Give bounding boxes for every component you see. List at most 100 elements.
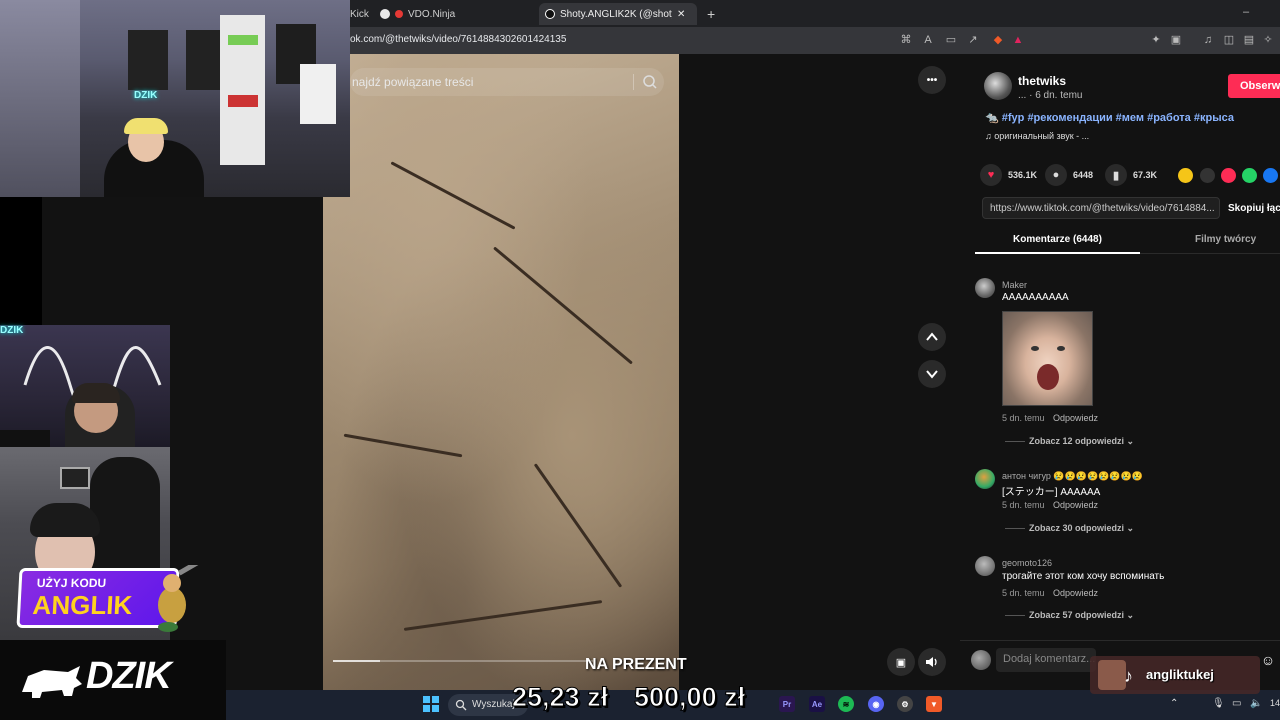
extensions-icon[interactable]: ✦	[1150, 34, 1162, 46]
reply-button[interactable]: Odpowiedz	[1053, 588, 1098, 598]
minimize-icon[interactable]: –	[1240, 6, 1252, 18]
hashtags-text[interactable]: #fyp #рекомендации #мем #работа #крыса	[1002, 112, 1234, 124]
brave-rewards-icon[interactable]: ▲	[1012, 34, 1024, 46]
tab-comments[interactable]: Komentarze (6448)	[1013, 234, 1102, 245]
comment-username[interactable]: geomoto126	[1002, 558, 1052, 568]
view-replies-button[interactable]: Zobacz 30 odpowiedzi ⌄	[1005, 523, 1134, 534]
share-icon[interactable]: ↗	[967, 34, 979, 46]
view-replies-button[interactable]: Zobacz 12 odpowiedzi ⌄	[1005, 436, 1134, 447]
tab-tiktok[interactable]: Shoty.ANGLIK2K (@shoty.ang ✕	[539, 3, 697, 25]
badge-photo	[1098, 660, 1126, 690]
follow-button[interactable]: Obserwuj	[1228, 74, 1280, 98]
previous-video-button[interactable]	[918, 323, 946, 351]
network-icon[interactable]: ▭	[1232, 698, 1241, 709]
brave-shield-icon[interactable]: ◆	[992, 34, 1004, 46]
spotify-icon[interactable]: ≋	[838, 696, 854, 712]
sound-link[interactable]: ♫ оригинальный звук - ...	[985, 131, 1089, 141]
floating-player-button[interactable]: ▣	[887, 648, 915, 676]
cast-icon[interactable]: ▭	[945, 34, 957, 46]
video-player[interactable]	[323, 54, 679, 690]
more-options-button[interactable]: •••	[918, 66, 946, 94]
tab-label: VDO.Ninja	[408, 8, 456, 20]
video-progress-bar[interactable]	[333, 660, 593, 662]
comment-stat[interactable]: ● 6448	[1045, 164, 1093, 186]
video-texture	[493, 246, 633, 365]
tab-label: Kick	[350, 8, 369, 20]
translate-icon[interactable]: ⌘	[900, 34, 912, 46]
video-texture	[343, 433, 463, 458]
shelf-item	[228, 35, 258, 45]
wallet-icon[interactable]: ▤	[1243, 34, 1255, 46]
video-progress-fill	[333, 660, 380, 662]
next-video-button[interactable]	[918, 360, 946, 388]
repost-icon[interactable]	[1178, 168, 1193, 183]
sidebar-icon[interactable]: ▣	[1170, 34, 1182, 46]
like-stat[interactable]: ♥ 536.1K	[980, 164, 1037, 186]
commenter-avatar[interactable]	[975, 278, 995, 298]
reply-button[interactable]: Odpowiedz	[1053, 413, 1098, 423]
windows-start-icon[interactable]	[422, 695, 440, 713]
commenter-avatar[interactable]	[975, 469, 995, 489]
chevron-down-icon: ⌄	[1126, 610, 1135, 620]
image-detail	[1031, 346, 1039, 351]
volume-tray-icon[interactable]: 🔈	[1250, 698, 1262, 709]
commenter-avatar[interactable]	[975, 556, 995, 576]
hashtags[interactable]: 🐀 #fyp #рекомендации #мем #работа #крыса	[985, 111, 1234, 124]
copy-link-button[interactable]: Skopiuj łącze	[1228, 203, 1280, 214]
settings-icon[interactable]: ⚙	[897, 696, 913, 712]
premiere-pro-icon[interactable]: Pr	[779, 696, 795, 712]
embed-icon[interactable]	[1200, 168, 1215, 183]
comment-image[interactable]	[1002, 311, 1093, 406]
history-icon[interactable]: ◫	[1223, 34, 1235, 46]
facebook-icon[interactable]	[1263, 168, 1278, 183]
view-replies-label[interactable]: Zobacz 57 odpowiedzi	[1029, 610, 1124, 620]
discord-icon[interactable]: ◉	[868, 696, 884, 712]
current-user-avatar	[971, 650, 991, 670]
video-texture	[390, 161, 516, 230]
clock[interactable]: 14	[1270, 698, 1280, 708]
heart-icon[interactable]: ♥	[980, 164, 1002, 186]
neon-sign-2: DZIK	[0, 325, 24, 336]
volume-button[interactable]	[918, 648, 946, 676]
reply-button[interactable]: Odpowiedz	[1053, 500, 1098, 510]
author-avatar[interactable]	[984, 72, 1012, 100]
url-text[interactable]: ok.com/@thetwiks/video/76148843026014241…	[350, 34, 566, 45]
like-count: 536.1K	[1008, 170, 1038, 180]
music-icon[interactable]: ♫	[1202, 34, 1214, 46]
save-count: 67.3K	[1133, 170, 1158, 180]
comment-input[interactable]: Dodaj komentarz...	[996, 648, 1096, 672]
view-replies-label[interactable]: Zobacz 30 odpowiedzi	[1029, 523, 1124, 533]
close-tab-icon[interactable]: ✕	[677, 9, 685, 20]
emoji-button[interactable]: ☺	[1258, 650, 1278, 670]
comment-username[interactable]: Maker	[1002, 280, 1027, 290]
leo-ai-icon[interactable]: ✧	[1262, 34, 1274, 46]
view-replies-label[interactable]: Zobacz 12 odpowiedzi	[1029, 436, 1124, 446]
save-stat[interactable]: ▮ 67.3K	[1105, 164, 1157, 186]
guest-webcam-1	[0, 325, 170, 447]
related-search-box[interactable]: najdź powiązane treści	[350, 68, 664, 96]
tray-chevron-icon[interactable]: ⌃	[1170, 698, 1178, 709]
boar-icon	[22, 666, 82, 698]
author-name[interactable]: thetwiks	[1018, 74, 1066, 88]
comment-text: AAAAAAAAAA	[1002, 292, 1069, 303]
whatsapp-icon[interactable]	[1242, 168, 1257, 183]
comment-icon[interactable]: ●	[1045, 164, 1067, 186]
video-link-field[interactable]: https://www.tiktok.com/@thetwiks/video/7…	[982, 197, 1220, 219]
tab-vdo-ninja[interactable]: VDO.Ninja	[380, 3, 455, 25]
tab-creator-videos[interactable]: Filmy twórcy	[1195, 234, 1256, 245]
more-icon: •••	[926, 74, 938, 86]
tab-kick[interactable]: Kick	[350, 3, 369, 25]
search-icon[interactable]	[642, 74, 658, 90]
view-replies-button[interactable]: Zobacz 57 odpowiedzi ⌄	[1005, 610, 1134, 621]
tiktok-handle: angliktukej	[1146, 667, 1214, 682]
sound-label[interactable]: оригинальный звук - ...	[994, 131, 1089, 141]
comment-username[interactable]: антон чигур 😢😢😢😢😢😢😢😢	[1002, 471, 1143, 482]
bookmark-icon[interactable]: ▮	[1105, 164, 1127, 186]
neon-sign: DZIK	[134, 90, 158, 101]
new-tab-button[interactable]: +	[707, 3, 715, 25]
send-icon[interactable]	[1221, 168, 1236, 183]
read-aloud-icon[interactable]: A	[922, 34, 934, 46]
brave-icon[interactable]: ▼	[926, 696, 942, 712]
after-effects-icon[interactable]: Ae	[809, 696, 825, 712]
microphone-icon[interactable]: 🎙	[1212, 698, 1225, 709]
